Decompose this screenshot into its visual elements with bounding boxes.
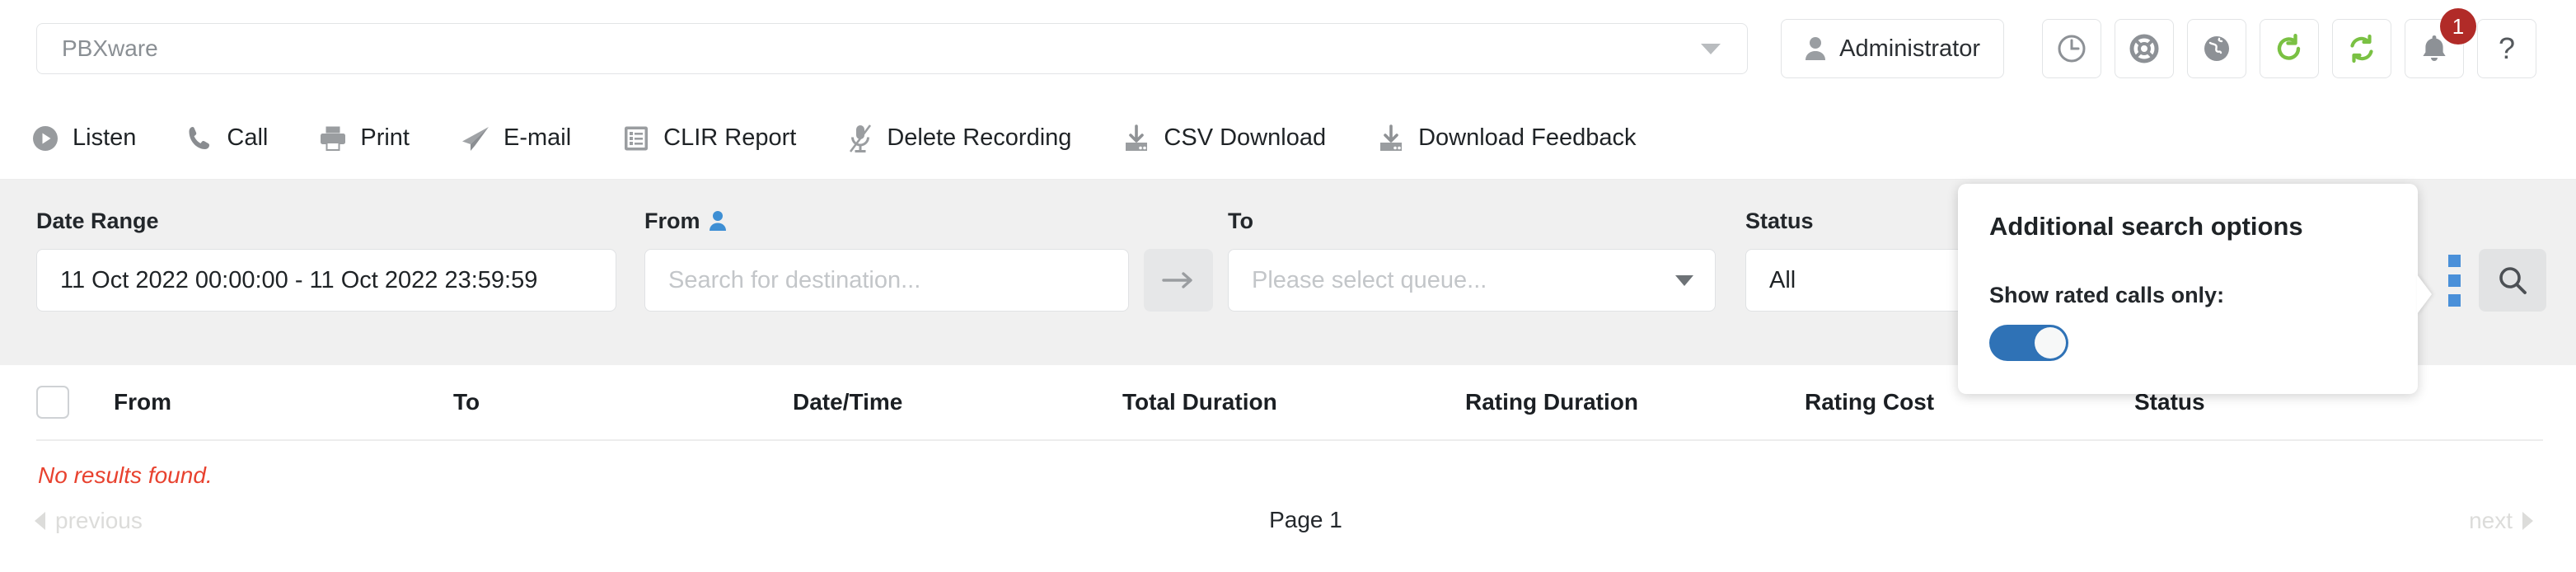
globe-button[interactable] bbox=[2187, 19, 2246, 78]
email-label: E-mail bbox=[503, 124, 572, 151]
sync-icon bbox=[2350, 34, 2373, 63]
chevron-down-icon bbox=[1675, 274, 1693, 286]
action-toolbar: Listen Call Print E-mail CLIR Report Del… bbox=[0, 97, 2576, 180]
user-blue-icon bbox=[709, 211, 726, 231]
triangle-right-icon bbox=[2522, 512, 2533, 530]
from-field: From Search for destination... bbox=[644, 208, 1129, 312]
lifebuoy-icon bbox=[2129, 34, 2159, 63]
toggle-knob bbox=[2035, 327, 2066, 359]
tenant-select[interactable]: PBXware bbox=[36, 23, 1749, 74]
to-select-value: Please select queue... bbox=[1252, 266, 1487, 293]
help-button[interactable]: ? bbox=[2477, 19, 2536, 78]
phone-icon bbox=[189, 126, 210, 149]
listen-label: Listen bbox=[73, 124, 137, 151]
support-button[interactable] bbox=[2115, 19, 2174, 78]
clir-report-button[interactable]: CLIR Report bbox=[622, 124, 796, 152]
to-label: To bbox=[1228, 208, 1253, 233]
pagination: previous Page 1 next bbox=[0, 489, 2576, 535]
reload-button[interactable] bbox=[2260, 19, 2319, 78]
swap-direction-button[interactable] bbox=[1144, 249, 1213, 312]
show-rated-calls-label: Show rated calls only: bbox=[1989, 283, 2225, 307]
help-icon: ? bbox=[2498, 31, 2516, 65]
download-icon bbox=[1126, 124, 1148, 151]
clir-report-label: CLIR Report bbox=[663, 124, 797, 151]
from-label-text: From bbox=[644, 208, 700, 233]
filter-bar: Date Range 11 Oct 2022 00:00:00 - 11 Oct… bbox=[0, 180, 2576, 394]
chevron-down-icon bbox=[1701, 43, 1721, 54]
reload-icon bbox=[2277, 34, 2301, 60]
print-label: Print bbox=[360, 124, 410, 151]
download-icon bbox=[1380, 124, 1403, 151]
column-header-to[interactable]: To bbox=[453, 389, 793, 415]
search-button[interactable] bbox=[2479, 249, 2546, 312]
user-menu-button[interactable]: Administrator bbox=[1781, 19, 2004, 78]
delete-recording-label: Delete Recording bbox=[887, 124, 1072, 151]
notification-badge: 1 bbox=[2440, 8, 2476, 45]
dots-vertical-icon[interactable] bbox=[2448, 254, 2461, 307]
call-label: Call bbox=[227, 124, 269, 151]
popup-title: Additional search options bbox=[1989, 212, 2303, 241]
app-header: PBXware Administrator 1 ? bbox=[0, 0, 2576, 97]
play-circle-icon bbox=[33, 125, 58, 151]
clock-button[interactable] bbox=[2042, 19, 2101, 78]
next-page-link[interactable]: next bbox=[2469, 508, 2533, 534]
additional-search-options-popup: Additional search options Show rated cal… bbox=[1958, 184, 2432, 394]
pagination-middle: Page 1 bbox=[143, 507, 2469, 535]
printer-icon bbox=[321, 126, 346, 151]
arrow-right-icon bbox=[1162, 272, 1192, 288]
paper-plane-icon bbox=[462, 126, 489, 151]
notifications-button[interactable]: 1 bbox=[2405, 8, 2476, 78]
column-header-rating-duration[interactable]: Rating Duration bbox=[1465, 389, 1805, 415]
download-feedback-label: Download Feedback bbox=[1418, 124, 1637, 151]
call-button[interactable]: Call bbox=[187, 124, 268, 152]
globe-icon bbox=[2204, 36, 2229, 61]
to-field: To Please select queue... bbox=[1228, 208, 1716, 312]
date-range-input[interactable]: 11 Oct 2022 00:00:00 - 11 Oct 2022 23:59… bbox=[36, 249, 616, 312]
download-feedback-button[interactable]: Download Feedback bbox=[1377, 124, 1636, 152]
select-all-cell bbox=[36, 386, 114, 419]
select-all-checkbox[interactable] bbox=[36, 386, 69, 419]
to-select[interactable]: Please select queue... bbox=[1228, 249, 1716, 312]
csv-download-button[interactable]: CSV Download bbox=[1122, 124, 1326, 152]
column-header-from[interactable]: From bbox=[114, 389, 453, 415]
empty-state-message: No results found. bbox=[38, 462, 213, 488]
delete-recording-button[interactable]: Delete Recording bbox=[847, 124, 1071, 153]
previous-page-link[interactable]: previous bbox=[35, 508, 143, 534]
search-icon bbox=[2499, 267, 2527, 294]
page-indicator: Page 1 bbox=[1269, 507, 1342, 532]
print-button[interactable]: Print bbox=[319, 124, 410, 152]
from-input[interactable]: Search for destination... bbox=[644, 249, 1129, 312]
csv-download-label: CSV Download bbox=[1164, 124, 1327, 151]
column-header-total-duration[interactable]: Total Duration bbox=[1122, 389, 1465, 415]
date-range-field: Date Range 11 Oct 2022 00:00:00 - 11 Oct… bbox=[36, 208, 616, 312]
header-icon-buttons: 1 ? bbox=[2042, 8, 2536, 78]
next-page-label: next bbox=[2469, 508, 2513, 533]
sync-button[interactable] bbox=[2332, 19, 2391, 78]
listen-button[interactable]: Listen bbox=[31, 124, 136, 152]
tenant-select-value: PBXware bbox=[62, 35, 158, 61]
email-button[interactable]: E-mail bbox=[461, 124, 571, 152]
column-header-datetime[interactable]: Date/Time bbox=[793, 389, 1122, 415]
show-rated-calls-toggle[interactable] bbox=[1989, 325, 2068, 361]
triangle-left-icon bbox=[35, 512, 45, 530]
date-range-label: Date Range bbox=[36, 208, 159, 233]
filter-actions bbox=[2448, 249, 2546, 312]
list-report-icon bbox=[625, 126, 649, 150]
clock-icon bbox=[2058, 35, 2086, 63]
previous-page-label: previous bbox=[55, 508, 143, 533]
from-label: From bbox=[644, 208, 1129, 234]
popup-beak-icon bbox=[2417, 274, 2432, 314]
microphone-slash-icon bbox=[850, 124, 872, 152]
user-menu-label: Administrator bbox=[1839, 35, 1980, 62]
user-icon bbox=[1806, 37, 1826, 60]
